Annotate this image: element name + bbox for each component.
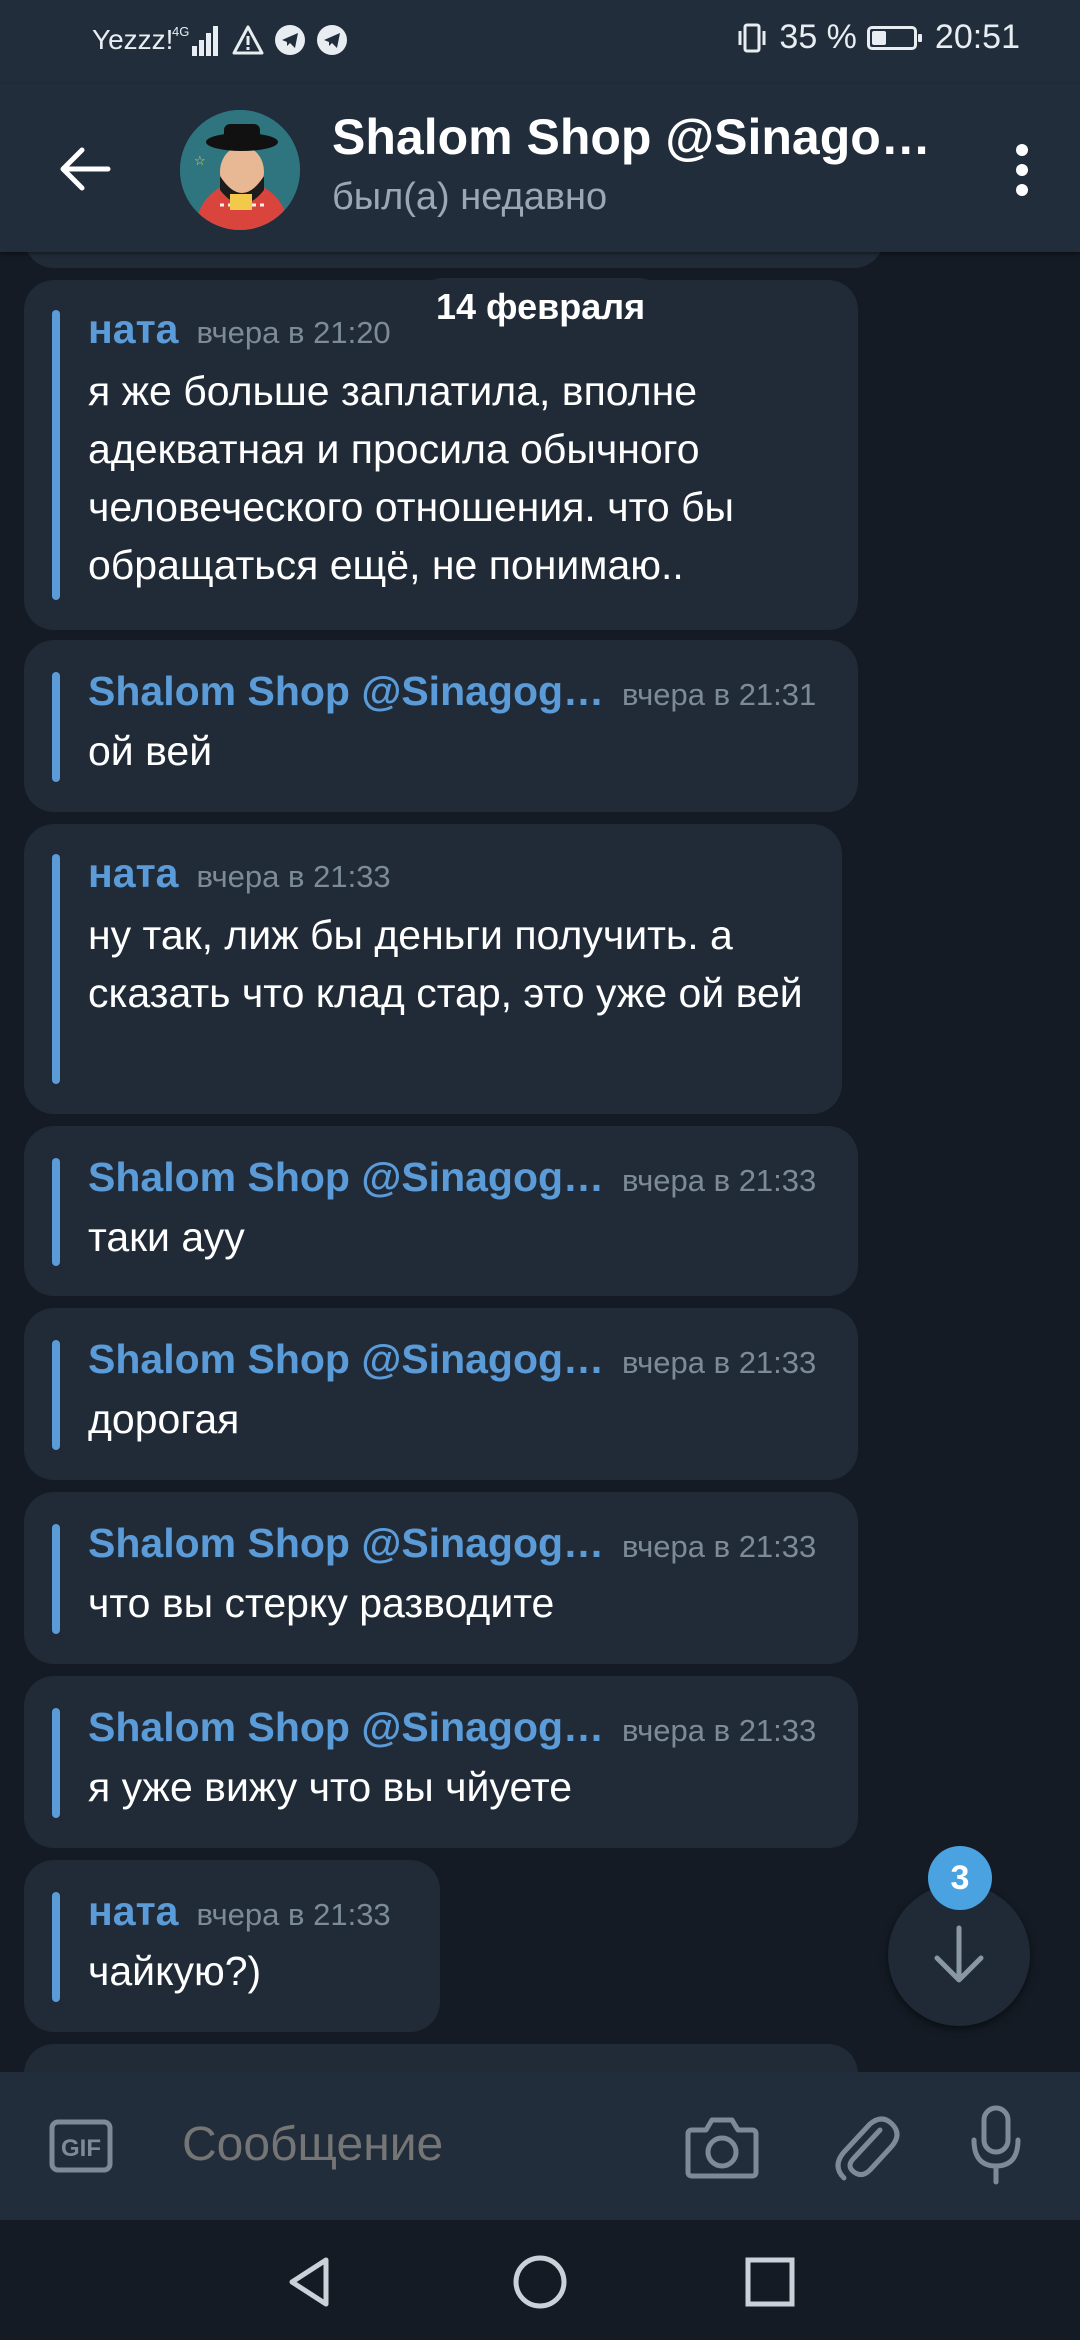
battery-level — [871, 30, 886, 45]
message-bubble[interactable]: ната вчера в 21:33 чайкую?) — [24, 1860, 440, 2032]
sender-name[interactable]: ната — [88, 306, 178, 353]
status-bar: Yezzz! 4G 35 % 20:51 — [0, 0, 1080, 84]
message-text: таки ауу — [88, 1214, 245, 1260]
sender-name[interactable]: Shalom Shop @Sinagog… — [88, 1520, 604, 1567]
microphone-icon[interactable] — [966, 2104, 1026, 2188]
svg-text:GIF: GIF — [61, 2135, 101, 2162]
message-text: чайкую?) — [88, 1948, 262, 1994]
sender-name[interactable]: Shalom Shop @Sinagog… — [88, 668, 604, 715]
unread-count-badge: 3 — [928, 1846, 992, 1910]
message-bubble[interactable]: Shalom Shop @Sinagog… вчера в 21:33 дорог… — [24, 1308, 858, 1480]
sender-name[interactable]: Shalom Shop @Sinagog… — [88, 1704, 604, 1751]
chat-title[interactable]: Shalom Shop @Sinago… — [332, 108, 931, 166]
telegram-notification-icon — [275, 25, 305, 55]
quote-bar — [52, 1524, 60, 1634]
nav-back-icon[interactable] — [282, 2254, 338, 2310]
message-text: ну так, лиж бы деньги получить. а сказат… — [88, 912, 803, 1016]
date-divider: 14 февраля — [414, 278, 668, 336]
composer-bar: GIF — [0, 2072, 1080, 2220]
gif-icon[interactable]: GIF — [48, 2116, 114, 2176]
message-bubble[interactable]: ната вчера в 21:33 ну так, лиж бы деньги … — [24, 824, 842, 1114]
camera-icon[interactable] — [684, 2110, 760, 2182]
quote-bar — [52, 854, 60, 1084]
quote-bar — [52, 1158, 60, 1266]
message-text: ой вей — [88, 728, 213, 774]
message-bubble-partial[interactable] — [24, 252, 884, 268]
network-type: 4G — [172, 24, 189, 39]
back-arrow-icon[interactable] — [50, 134, 120, 204]
avatar-image: ☆ — [180, 110, 300, 230]
message-list[interactable]: 14 февраля ната вчера в 21:20 я же больше… — [0, 252, 1080, 2072]
more-vert-icon[interactable] — [1002, 140, 1042, 200]
svg-text:☆: ☆ — [194, 153, 206, 168]
message-time: вчера в 21:33 — [622, 1529, 817, 1564]
message-text: дорогая — [88, 1396, 240, 1442]
nav-recents-icon[interactable] — [742, 2254, 798, 2310]
battery-icon — [866, 25, 922, 50]
system-nav-bar — [0, 2220, 1080, 2340]
message-bubble[interactable]: Shalom Shop @Sinagog… вчера в 21:33 я уже… — [24, 1676, 858, 1848]
quote-bar — [52, 672, 60, 782]
message-time: вчера в 21:33 — [622, 1713, 817, 1748]
chat-header: ☆ Shalom Shop @Sinago… был(а) недавно — [0, 84, 1080, 252]
signal-icon: 4G — [172, 24, 218, 56]
quote-bar — [52, 1708, 60, 1818]
message-time: вчера в 21:33 — [196, 859, 391, 894]
sender-name[interactable]: ната — [88, 850, 178, 897]
message-time: вчера в 21:31 — [622, 677, 817, 712]
message-time: вчера в 21:33 — [196, 1897, 391, 1932]
telegram-notification-icon — [317, 25, 347, 55]
paperclip-icon[interactable] — [830, 2108, 900, 2184]
status-right: 35 % 20:51 — [735, 18, 1020, 57]
last-seen-status: был(а) недавно — [332, 176, 608, 218]
message-time: вчера в 21:33 — [622, 1163, 817, 1198]
sender-name[interactable]: ната — [88, 1888, 178, 1935]
warning-icon — [232, 25, 264, 55]
message-bubble[interactable]: Shalom Shop @Sinagog… вчера в 21:33 что в… — [24, 1492, 858, 1664]
clock: 20:51 — [934, 18, 1020, 56]
nav-home-icon[interactable] — [510, 2252, 570, 2312]
message-bubble[interactable]: Shalom Shop @Sinagog… вчера в 21:31 ой ве… — [24, 640, 858, 812]
sender-name[interactable]: Shalom Shop @Sinagog… — [88, 1154, 604, 1201]
status-icons: 4G — [172, 22, 348, 58]
quote-bar — [52, 1340, 60, 1450]
vibrate-icon — [738, 23, 766, 52]
avatar[interactable]: ☆ — [180, 110, 300, 230]
quote-bar — [52, 310, 60, 600]
message-text: я же больше заплатила, вполне адекватная… — [88, 368, 735, 588]
sender-name[interactable]: Shalom Shop @Sinagog… — [88, 1336, 604, 1383]
message-text: я уже вижу что вы чйуете — [88, 1764, 573, 1810]
message-time: вчера в 21:33 — [622, 1345, 817, 1380]
message-bubble[interactable]: Shalom Shop @Sinagog… вчера в 21:33 таки … — [24, 1126, 858, 1296]
message-bubble-partial[interactable] — [24, 2044, 858, 2072]
message-text: что вы стерку разводите — [88, 1580, 555, 1626]
message-input[interactable] — [180, 2116, 644, 2173]
quote-bar — [52, 1892, 60, 2002]
message-time: вчера в 21:20 — [196, 315, 391, 350]
carrier-name: Yezzz! — [92, 24, 174, 55]
battery-percent: 35 % — [779, 18, 857, 56]
